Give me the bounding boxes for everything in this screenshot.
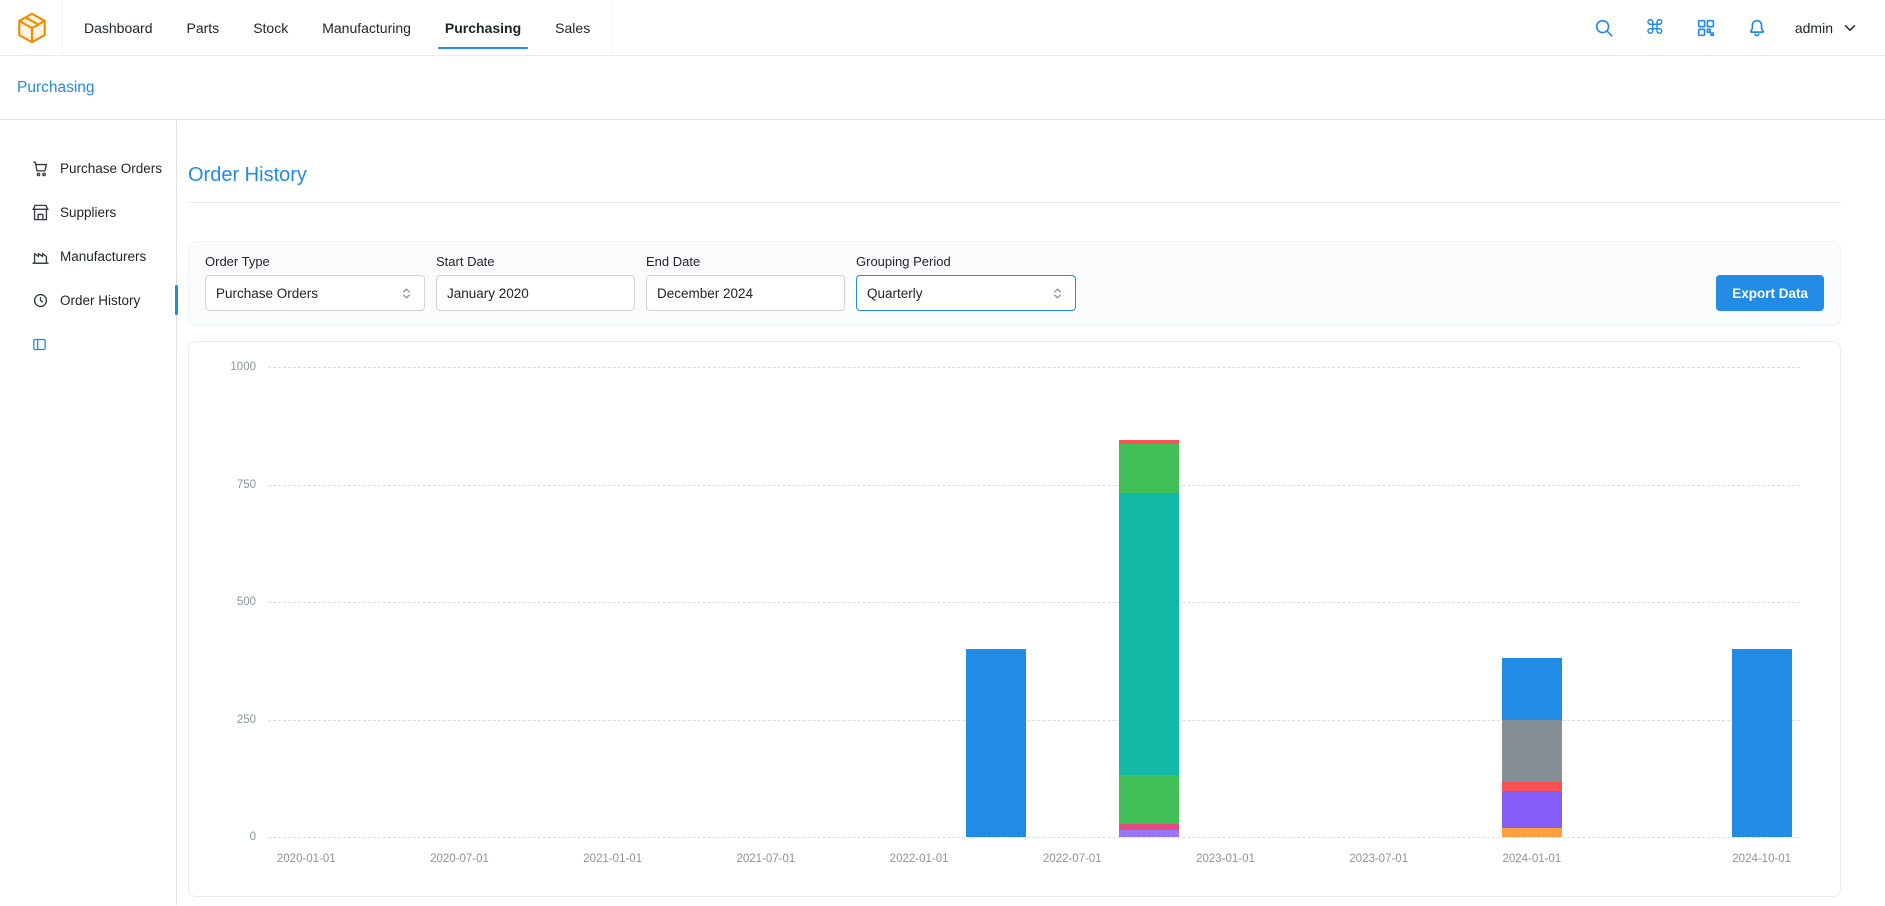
- select-chevrons-icon: [399, 286, 414, 301]
- sidebar-item-label: Purchase Orders: [60, 161, 162, 176]
- app-logo[interactable]: [12, 11, 52, 45]
- bar-segment[interactable]: [1119, 775, 1179, 823]
- tab-sales[interactable]: Sales: [538, 0, 607, 55]
- grouping-period-select[interactable]: Quarterly: [856, 275, 1076, 311]
- sidebar-item-manufacturers[interactable]: Manufacturers: [0, 234, 176, 278]
- content-area: Purchase Orders Suppliers Manufacturers: [0, 120, 1885, 905]
- search-icon[interactable]: [1591, 15, 1617, 41]
- grouping-period-label: Grouping Period: [856, 254, 1076, 269]
- sidebar-item-label: Manufacturers: [60, 249, 146, 264]
- select-chevrons-icon: [1050, 286, 1065, 301]
- breadcrumb: Purchasing: [0, 56, 1885, 120]
- x-axis-tick-label: 2024-01-01: [1502, 853, 1561, 865]
- bar-segment[interactable]: [1502, 782, 1562, 791]
- end-date-field: End Date: [646, 254, 845, 311]
- sidebar-item-suppliers[interactable]: Suppliers: [0, 190, 176, 234]
- tab-manufacturing[interactable]: Manufacturing: [305, 0, 428, 55]
- x-axis-tick-label: 2021-01-01: [583, 853, 642, 865]
- gridline: [268, 485, 1800, 486]
- breadcrumb-purchasing[interactable]: Purchasing: [17, 79, 95, 97]
- end-date-label: End Date: [646, 254, 845, 269]
- bar-segment[interactable]: [1502, 720, 1562, 782]
- sidebar: Purchase Orders Suppliers Manufacturers: [0, 120, 177, 905]
- collapse-sidebar-icon[interactable]: [31, 336, 48, 353]
- bar-segment[interactable]: [1502, 658, 1562, 721]
- history-clock-icon: [31, 291, 50, 310]
- main-panel: Order History Order Type Purchase Orders…: [177, 120, 1885, 905]
- order-type-label: Order Type: [205, 254, 425, 269]
- order-history-chart-card: 0 250 500 750 1000 2020-01-01 2020-07-01 2021-0…: [188, 341, 1841, 897]
- command-icon[interactable]: ⌘: [1642, 15, 1668, 41]
- x-axis-tick-label: 2020-01-01: [277, 853, 336, 865]
- sidebar-item-label: Suppliers: [60, 205, 116, 220]
- bar-segment[interactable]: [1732, 649, 1792, 837]
- qr-code-icon[interactable]: [1693, 15, 1719, 41]
- grouping-period-field: Grouping Period Quarterly: [856, 254, 1076, 311]
- x-axis-tick-label: 2023-01-01: [1196, 853, 1255, 865]
- bar-segment[interactable]: [1502, 791, 1562, 827]
- building-store-icon: [31, 203, 50, 222]
- y-axis-tick-label: 250: [237, 714, 256, 726]
- x-axis-tick-label: 2020-07-01: [430, 853, 489, 865]
- filter-panel: Order Type Purchase Orders Start Date En…: [188, 241, 1841, 326]
- order-type-field: Order Type Purchase Orders: [205, 254, 425, 311]
- username: admin: [1795, 20, 1833, 36]
- title-divider: [188, 202, 1841, 203]
- export-data-button[interactable]: Export Data: [1716, 275, 1824, 311]
- top-navbar: Dashboard Parts Stock Manufacturing Purc…: [0, 0, 1885, 56]
- x-axis-tick-label: 2023-07-01: [1349, 853, 1408, 865]
- bell-icon[interactable]: [1744, 15, 1770, 41]
- package-box-icon: [15, 11, 49, 45]
- bar-stack[interactable]: [1119, 440, 1179, 837]
- sidebar-item-label: Order History: [60, 293, 140, 308]
- chart-plot[interactable]: 025050075010002020-01-012020-07-012021-0…: [268, 367, 1800, 837]
- bar-segment[interactable]: [1119, 444, 1179, 492]
- start-date-input[interactable]: [436, 275, 635, 311]
- factory-icon: [31, 247, 50, 266]
- sidebar-item-order-history[interactable]: Order History: [0, 278, 176, 322]
- gridline: [268, 837, 1800, 838]
- y-axis-tick-label: 750: [237, 479, 256, 491]
- user-menu[interactable]: admin: [1795, 19, 1859, 37]
- bar-segment[interactable]: [1502, 828, 1562, 837]
- gridline: [268, 720, 1800, 721]
- tab-purchasing[interactable]: Purchasing: [428, 0, 538, 55]
- navbar-actions: ⌘ admin: [1591, 15, 1885, 41]
- order-type-select[interactable]: Purchase Orders: [205, 275, 425, 311]
- start-date-label: Start Date: [436, 254, 635, 269]
- bar-segment[interactable]: [1119, 830, 1179, 837]
- bar-stack[interactable]: [966, 649, 1026, 837]
- bar-stack[interactable]: [1502, 658, 1562, 838]
- gridline: [268, 602, 1800, 603]
- shopping-cart-icon: [31, 159, 50, 178]
- tab-parts[interactable]: Parts: [170, 0, 237, 55]
- bar-stack[interactable]: [1732, 649, 1792, 837]
- sidebar-item-purchase-orders[interactable]: Purchase Orders: [0, 146, 176, 190]
- main-nav-tabs: Dashboard Parts Stock Manufacturing Purc…: [62, 0, 612, 55]
- y-axis-tick-label: 0: [250, 831, 256, 843]
- page-title: Order History: [188, 164, 1841, 187]
- x-axis-tick-label: 2021-07-01: [736, 853, 795, 865]
- gridline: [268, 367, 1800, 368]
- start-date-field: Start Date: [436, 254, 635, 311]
- bar-segment[interactable]: [966, 649, 1026, 837]
- x-axis-tick-label: 2024-10-01: [1732, 853, 1791, 865]
- y-axis-tick-label: 500: [237, 596, 256, 608]
- x-axis-tick-label: 2022-07-01: [1043, 853, 1102, 865]
- tab-dashboard[interactable]: Dashboard: [67, 0, 170, 55]
- bar-segment[interactable]: [1119, 493, 1179, 776]
- x-axis-tick-label: 2022-01-01: [890, 853, 949, 865]
- tab-stock[interactable]: Stock: [236, 0, 305, 55]
- end-date-input[interactable]: [646, 275, 845, 311]
- y-axis-tick-label: 1000: [230, 361, 256, 373]
- chevron-down-icon: [1841, 19, 1859, 37]
